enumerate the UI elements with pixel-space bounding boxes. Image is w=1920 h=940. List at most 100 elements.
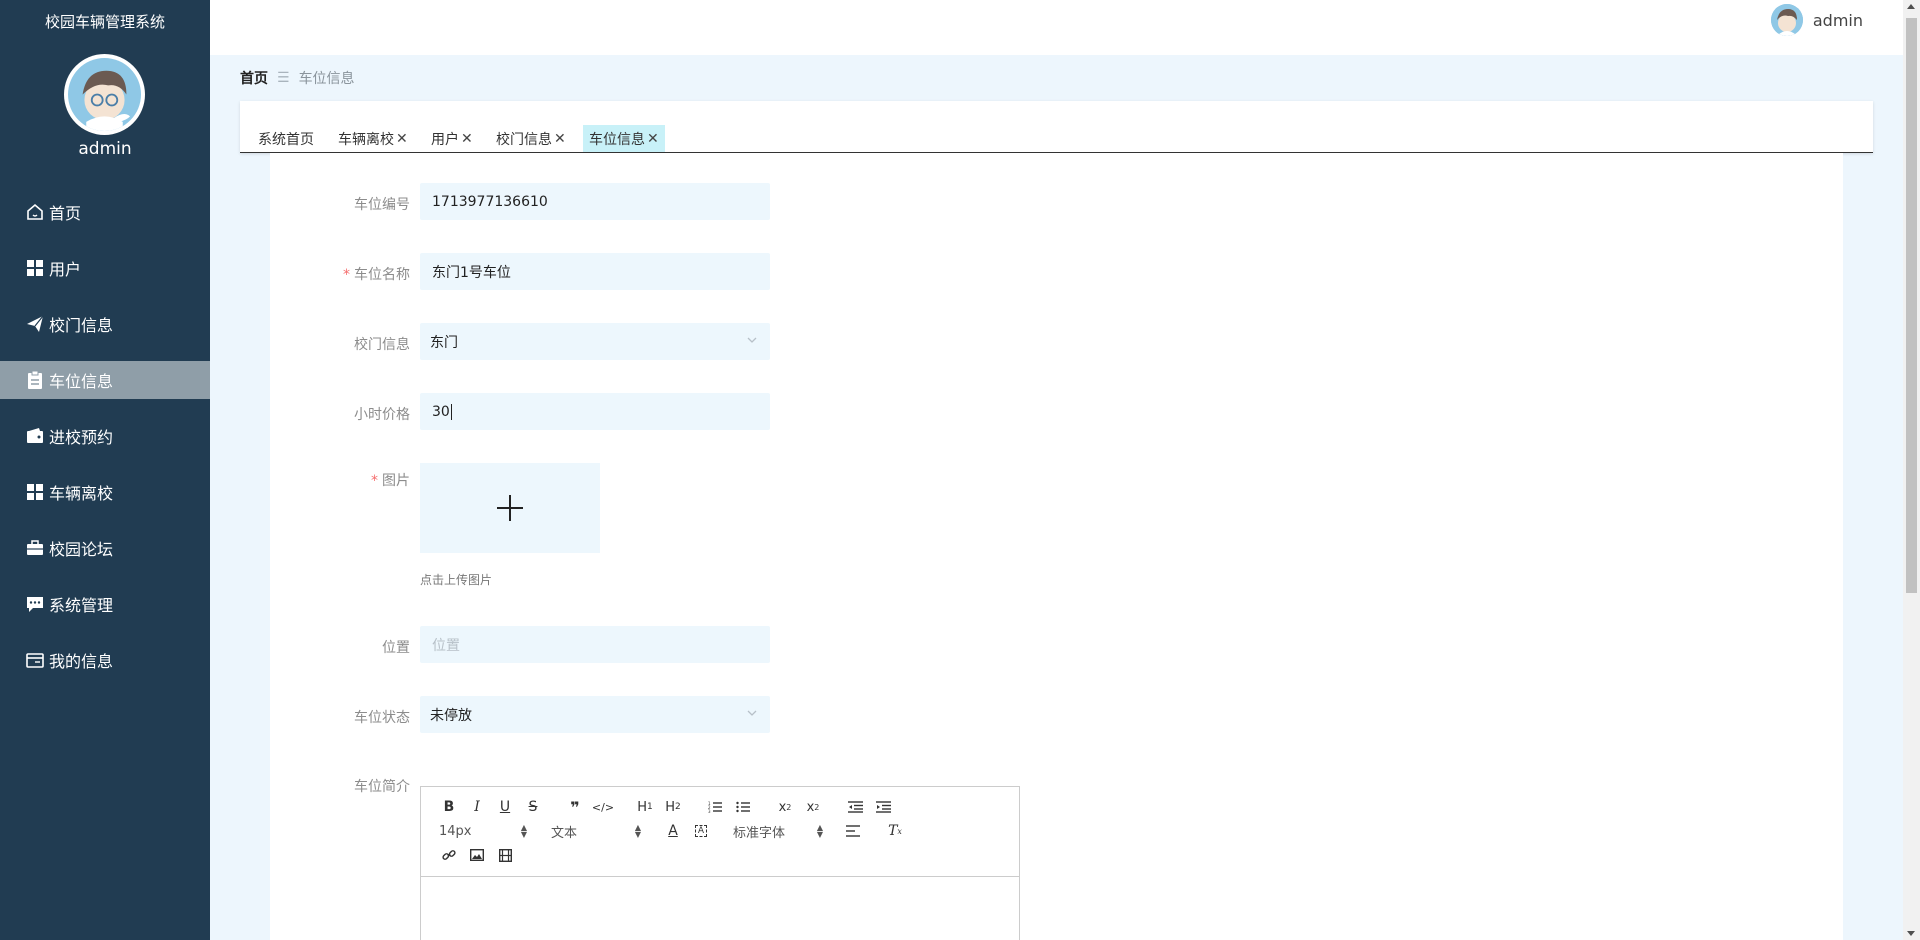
heading-select[interactable]: 文本 ▲ ▼ <box>547 821 645 841</box>
paper-plane-icon <box>24 314 45 335</box>
breadcrumb-home[interactable]: 首页 <box>240 68 268 88</box>
field-value: 30 <box>432 403 450 420</box>
clipboard-icon <box>24 370 45 391</box>
tab-parking-info[interactable]: 车位信息 ✕ <box>583 125 665 152</box>
editor-content-area[interactable] <box>421 877 1019 940</box>
sidebar-item-label: 首页 <box>49 204 82 223</box>
font-size-select[interactable]: 14px ▲ ▼ <box>435 821 533 841</box>
scroll-down-icon[interactable] <box>1907 931 1915 936</box>
toolbar-row <box>435 845 519 865</box>
toolbar-row: 14px ▲ ▼ 文本 ▲ ▼ A A 标准字体 ▲ ▼ Tx <box>435 821 909 841</box>
field-label: 校门信息 <box>354 337 410 353</box>
gate-select[interactable]: 东门 <box>420 323 770 360</box>
tab-label: 车位信息 <box>589 131 645 148</box>
field-label: 车位状态 <box>354 710 410 726</box>
wallet-icon <box>24 426 45 447</box>
underline-icon[interactable]: U <box>491 797 519 817</box>
sidebar-username: admin <box>78 139 132 159</box>
tab-label: 校门信息 <box>496 131 552 148</box>
field-label: 车位编号 <box>354 197 410 213</box>
upload-hint: 点击上传图片 <box>420 573 493 587</box>
clear-format-icon[interactable]: Tx <box>881 821 909 841</box>
sidebar-item-gate-info[interactable]: 校门信息 <box>0 296 210 352</box>
top-username: admin <box>1812 10 1863 30</box>
strikethrough-icon[interactable]: S <box>519 797 547 817</box>
sidebar-item-label: 进校预约 <box>49 428 114 447</box>
page-scrollbar[interactable] <box>1903 0 1920 940</box>
sidebar-item-label: 车辆离校 <box>49 484 114 503</box>
sidebar-item-system-admin[interactable]: 系统管理 <box>0 576 210 632</box>
chevron-down-icon <box>747 337 757 343</box>
parking-name-input[interactable]: 东门1号车位 <box>420 253 770 290</box>
card-icon <box>24 650 45 671</box>
rich-text-editor: B I U S ❞ </> H1 H2 123 x2 x2 14px ▲ ▼ 文… <box>420 786 1020 940</box>
sidebar-item-entry-booking[interactable]: 进校预约 <box>0 408 210 464</box>
chat-icon <box>24 594 45 615</box>
align-left-icon[interactable] <box>839 821 867 841</box>
select-value: 标准字体 <box>733 825 786 841</box>
avatar[interactable] <box>64 54 145 135</box>
sidebar-item-vehicle-exit[interactable]: 车辆离校 <box>0 464 210 520</box>
font-family-select[interactable]: 标准字体 ▲ ▼ <box>729 821 827 841</box>
field-placeholder: 位置 <box>432 637 460 654</box>
bullet-list-icon[interactable] <box>729 797 757 817</box>
image-upload-button[interactable] <box>420 463 600 553</box>
heading1-icon[interactable]: H1 <box>631 797 659 817</box>
tab-label: 系统首页 <box>258 131 314 148</box>
sidebar-item-label: 校门信息 <box>49 316 114 335</box>
sidebar-item-home[interactable]: 首页 <box>0 184 210 240</box>
scroll-up-icon[interactable] <box>1907 4 1915 9</box>
video-icon[interactable] <box>491 845 519 865</box>
field-label: 车位简介 <box>354 779 410 795</box>
required-mark: * <box>371 473 378 489</box>
sidebar-item-forum[interactable]: 校园论坛 <box>0 520 210 576</box>
blockquote-icon[interactable]: ❞ <box>561 797 589 817</box>
sidebar-item-label: 系统管理 <box>49 596 114 615</box>
text-cursor <box>450 403 452 420</box>
location-input[interactable]: 位置 <box>420 626 770 663</box>
sidebar-item-parking-info[interactable]: 车位信息 <box>0 361 210 399</box>
field-label: 小时价格 <box>354 407 410 423</box>
subscript-icon[interactable]: x2 <box>771 797 799 817</box>
italic-icon[interactable]: I <box>463 797 491 817</box>
parking-code-input[interactable]: 1713977136610 <box>420 183 770 220</box>
outdent-icon[interactable] <box>841 797 869 817</box>
tab-vehicle-exit[interactable]: 车辆离校 ✕ <box>332 125 414 152</box>
image-icon[interactable] <box>463 845 491 865</box>
select-value: 东门 <box>430 334 458 351</box>
plus-icon <box>497 495 523 521</box>
code-block-icon[interactable]: </> <box>589 797 617 817</box>
field-label-text: 图片 <box>382 473 410 489</box>
user-menu[interactable]: admin <box>1770 4 1863 36</box>
superscript-icon[interactable]: x2 <box>799 797 827 817</box>
updown-icon: ▲ ▼ <box>634 823 641 839</box>
toolbar-row: B I U S ❞ </> H1 H2 123 x2 x2 <box>435 797 897 817</box>
sidebar-item-users[interactable]: 用户 <box>0 240 210 296</box>
hourly-price-input[interactable]: 30 <box>420 393 770 430</box>
close-icon[interactable]: ✕ <box>554 131 566 147</box>
close-icon[interactable]: ✕ <box>461 131 473 147</box>
grid-icon <box>24 482 45 503</box>
home-icon <box>24 202 45 223</box>
sidebar-item-label: 用户 <box>49 260 82 279</box>
tab-system-home[interactable]: 系统首页 <box>252 125 320 152</box>
close-icon[interactable]: ✕ <box>396 131 408 147</box>
field-label: * 车位名称 <box>270 264 410 284</box>
indent-icon[interactable] <box>869 797 897 817</box>
updown-icon: ▲ ▼ <box>520 823 527 839</box>
tab-users[interactable]: 用户 ✕ <box>425 125 479 152</box>
sidebar-item-my-info[interactable]: 我的信息 <box>0 632 210 688</box>
scroll-thumb[interactable] <box>1906 18 1917 593</box>
link-icon[interactable] <box>435 845 463 865</box>
heading2-icon[interactable]: H2 <box>659 797 687 817</box>
background-color-icon[interactable]: A <box>687 821 715 841</box>
ordered-list-icon[interactable]: 123 <box>701 797 729 817</box>
font-color-icon[interactable]: A <box>659 821 687 841</box>
close-icon[interactable]: ✕ <box>647 131 659 147</box>
parking-status-select[interactable]: 未停放 <box>420 696 770 733</box>
field-label: * 图片 <box>270 470 410 490</box>
tab-gate-info[interactable]: 校门信息 ✕ <box>490 125 572 152</box>
bold-icon[interactable]: B <box>435 797 463 817</box>
editor-toolbar: B I U S ❞ </> H1 H2 123 x2 x2 14px ▲ ▼ 文… <box>421 787 1019 877</box>
grid-icon <box>24 258 45 279</box>
